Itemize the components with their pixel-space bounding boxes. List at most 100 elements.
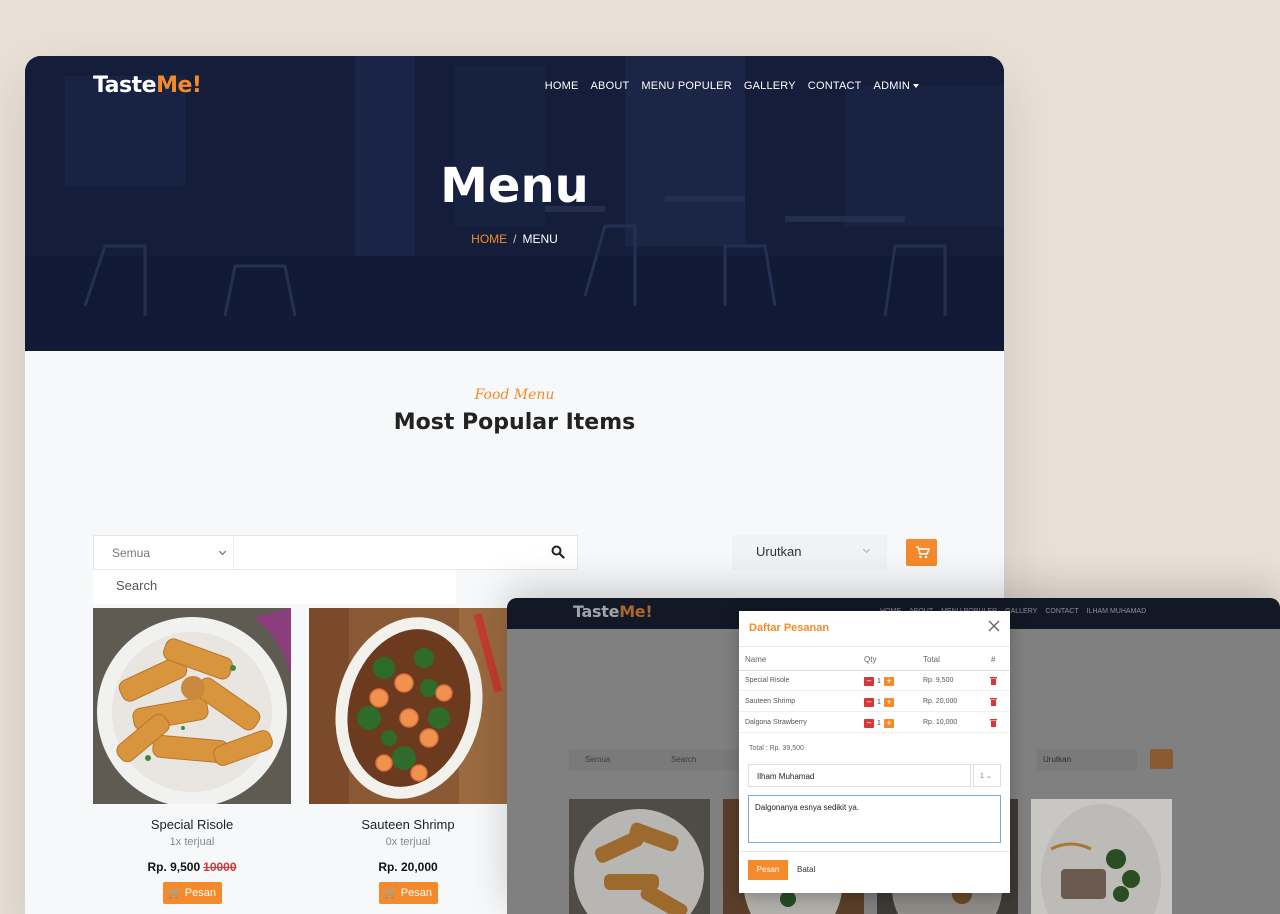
- product-sold-count: 0x terjual: [385, 836, 431, 848]
- quantity-stepper: − 1 +: [864, 677, 894, 686]
- product-price: Rp. 9,500 10000: [93, 860, 291, 874]
- breadcrumb-home-link[interactable]: HOME: [471, 232, 507, 246]
- table-number-select[interactable]: 1 ⌄: [973, 764, 1001, 787]
- submit-order-button[interactable]: Pesan: [748, 860, 788, 880]
- site-logo[interactable]: TasteMe!: [93, 73, 202, 98]
- item-qty: 1: [877, 720, 881, 727]
- item-name: Special Risole: [745, 677, 790, 684]
- cart-button[interactable]: [906, 539, 937, 566]
- column-header-actions: #: [991, 655, 996, 664]
- sort-select[interactable]: Urutkan: [732, 535, 887, 570]
- column-header-qty: Qty: [864, 655, 877, 664]
- table-row: Dalgona Strawberry − 1 + Rp. 10,000: [739, 713, 1010, 733]
- order-list-modal: Daftar Pesanan Name Qty Total # Special …: [739, 611, 1010, 893]
- order-button-label: Pesan: [184, 887, 216, 899]
- search-icon[interactable]: [551, 545, 565, 559]
- decrease-qty-button[interactable]: −: [864, 719, 874, 728]
- nav-admin-dropdown[interactable]: ADMIN: [874, 80, 919, 92]
- cart-icon: [916, 546, 931, 559]
- breadcrumb-separator: /: [513, 232, 517, 246]
- chevron-down-icon: ⌄: [985, 773, 992, 780]
- product-image-salmon: [1031, 799, 1172, 914]
- search-dropdown-option[interactable]: Search: [93, 570, 456, 604]
- product-name: Sauteen Shrimp: [361, 817, 455, 832]
- logo-accent: Me!: [619, 602, 653, 621]
- cart-button[interactable]: [1150, 749, 1173, 769]
- cancel-button[interactable]: Batal: [797, 865, 815, 874]
- item-total: Rp. 20,000: [923, 698, 958, 705]
- product-sold-count: 1x terjual: [169, 836, 215, 848]
- sort-select-value: Urutkan: [756, 544, 802, 559]
- item-name: Sauteen Shrimp: [745, 698, 796, 705]
- item-total: Rp. 9,500: [923, 677, 954, 684]
- nav-user-dropdown[interactable]: ILHAM MUHAMAD: [1087, 608, 1147, 615]
- breadcrumb: HOME / MENU: [25, 232, 1004, 246]
- cart-icon: 🛒: [168, 887, 182, 899]
- nav-about[interactable]: ABOUT: [591, 80, 630, 92]
- quantity-stepper: − 1 +: [864, 719, 894, 728]
- search-input[interactable]: Search: [671, 755, 696, 764]
- search-filter-bar: Semua: [93, 535, 578, 570]
- decrease-qty-button[interactable]: −: [864, 698, 874, 707]
- close-icon[interactable]: [988, 620, 1000, 632]
- nav-contact[interactable]: CONTACT: [808, 80, 862, 92]
- category-select[interactable]: Semua: [585, 755, 610, 764]
- table-row: Sauteen Shrimp − 1 + Rp. 20,000: [739, 692, 1010, 712]
- breadcrumb-current: MENU: [522, 232, 558, 246]
- nav-menu-populer[interactable]: MENU POPULER: [641, 80, 731, 92]
- product-name: Special Risole: [150, 817, 234, 832]
- column-header-total: Total: [923, 655, 940, 664]
- decrease-qty-button[interactable]: −: [864, 677, 874, 686]
- sort-select[interactable]: Urutkan: [1037, 749, 1137, 771]
- secondary-logo[interactable]: TasteMe!: [573, 602, 653, 621]
- nav-home[interactable]: HOME: [545, 80, 579, 92]
- item-total: Rp. 10,000: [923, 719, 958, 726]
- order-button-label: Pesan: [400, 887, 432, 899]
- nav-contact[interactable]: CONTACT: [1045, 608, 1078, 615]
- product-image-special-risole: [569, 799, 710, 914]
- increase-qty-button[interactable]: +: [883, 719, 894, 728]
- order-total: Total : Rp. 39,500: [749, 745, 804, 752]
- sort-select-value: Urutkan: [1043, 755, 1072, 764]
- order-note-textarea[interactable]: Dalgonanya esnya sedikit ya.: [748, 795, 1001, 843]
- item-qty: 1: [877, 678, 881, 685]
- order-button[interactable]: 🛒 Pesan: [162, 882, 222, 904]
- hero-banner: TasteMe! HOME ABOUT MENU POPULER GALLERY…: [25, 56, 1004, 351]
- table-number-value: 1: [980, 773, 984, 780]
- chevron-down-icon: [218, 547, 227, 556]
- item-name: Dalgona Strawberry: [745, 719, 807, 726]
- increase-qty-button[interactable]: +: [883, 698, 894, 707]
- trash-icon[interactable]: [990, 676, 997, 685]
- product-price-current: Rp. 9,500: [147, 860, 201, 874]
- modal-footer-divider: [739, 851, 1010, 852]
- chevron-down-icon: [862, 545, 871, 554]
- modal-divider: [739, 646, 1010, 647]
- nav-gallery[interactable]: GALLERY: [744, 80, 796, 92]
- secondary-filter-bar: Semua Search: [569, 749, 739, 771]
- page-title: Menu: [440, 158, 589, 214]
- product-card: Sauteen Shrimp 0x terjual Rp. 20,000 🛒 P…: [309, 608, 507, 904]
- increase-qty-button[interactable]: +: [883, 677, 894, 686]
- category-select[interactable]: Semua: [94, 536, 234, 569]
- category-select-value: Semua: [112, 546, 151, 560]
- main-navigation: HOME ABOUT MENU POPULER GALLERY CONTACT …: [545, 80, 919, 92]
- trash-icon[interactable]: [990, 718, 997, 727]
- cart-icon: 🛒: [384, 887, 398, 899]
- modal-title: Daftar Pesanan: [749, 622, 830, 634]
- product-image-sauteen-shrimp: [309, 608, 507, 804]
- product-price-current: Rp. 20,000: [378, 860, 438, 874]
- trash-icon[interactable]: [990, 697, 997, 706]
- order-button[interactable]: 🛒 Pesan: [378, 882, 438, 904]
- section-subtitle: Food Menu: [474, 387, 555, 403]
- item-qty: 1: [877, 699, 881, 706]
- product-price-old: 10000: [203, 860, 237, 874]
- column-header-name: Name: [745, 655, 767, 664]
- product-card: Special Risole 1x terjual Rp. 9,500 10000…: [93, 608, 291, 904]
- product-image-special-risole: [93, 608, 291, 804]
- logo-accent: Me!: [156, 73, 202, 98]
- nav-admin-label: ADMIN: [873, 80, 910, 92]
- product-price: Rp. 20,000: [309, 860, 507, 874]
- logo-text: Taste: [573, 602, 620, 621]
- logo-text: Taste: [93, 73, 157, 98]
- customer-name-input[interactable]: Ilham Muhamad: [748, 764, 971, 787]
